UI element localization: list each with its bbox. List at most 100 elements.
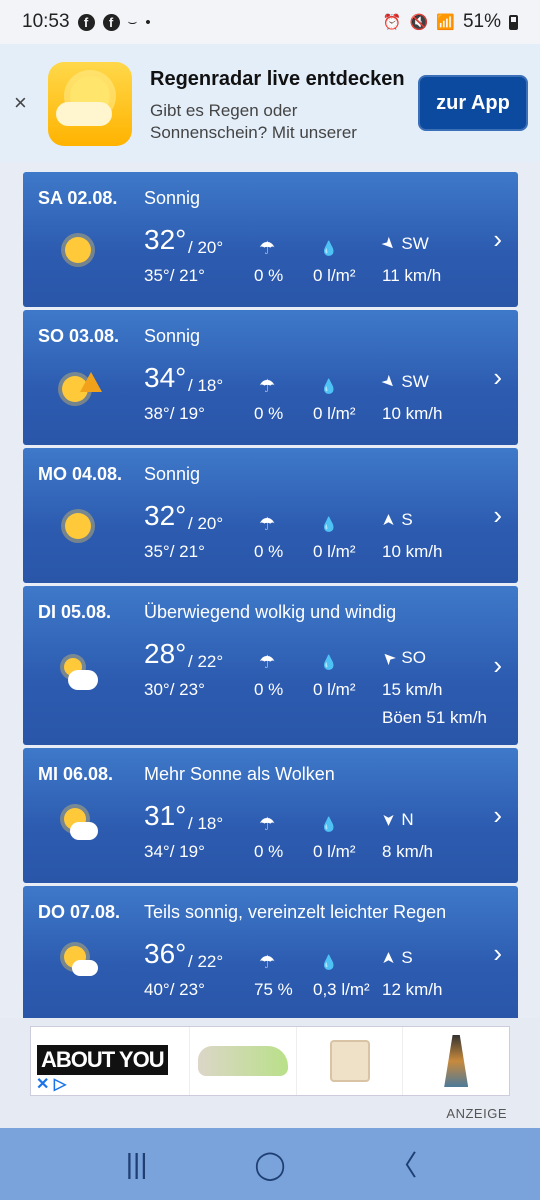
wind-speed: 10 km/h — [382, 542, 443, 561]
wind-arrow-icon: ➤ — [377, 233, 400, 256]
rain-amount: 0 l/m² — [313, 842, 356, 861]
umbrella-icon: ☂ — [259, 514, 276, 534]
raindrop-icon: 💧 — [320, 654, 338, 670]
forecast-day-card[interactable]: DI 05.08. Überwiegend wolkig und windig … — [23, 586, 518, 745]
adchoices-icon[interactable]: ✕ ▷ — [36, 1074, 66, 1094]
rain-amount: 0 l/m² — [313, 680, 356, 699]
wind-direction: ➤ SO — [378, 646, 426, 669]
chevron-right-icon[interactable]: › — [493, 362, 502, 393]
clock: 10:53 — [22, 11, 70, 32]
alarm-icon: ⏰ — [382, 14, 402, 31]
rain-probability: 0 % — [254, 542, 284, 561]
chevron-right-icon[interactable]: › — [493, 224, 502, 255]
open-app-button[interactable]: zur App — [418, 75, 528, 131]
sun-warning-icon — [58, 368, 102, 408]
forecast-day-card[interactable]: MO 04.08. Sonnig 32° / 20° ☂ 💧 ➤ S 35°/ 2… — [23, 448, 518, 583]
app-banner: × Regenradar live entdecken Gibt es Rege… — [0, 44, 540, 162]
raindrop-icon: 💧 — [320, 516, 338, 532]
forecast-day-card[interactable]: DO 07.08. Teils sonnig, vereinzelt leich… — [23, 886, 518, 1018]
wind-speed: 12 km/h — [382, 980, 443, 999]
day-date: SA 02.08. — [38, 188, 118, 208]
recent-apps-icon[interactable]: ||| — [107, 1148, 167, 1180]
chevron-right-icon[interactable]: › — [493, 800, 502, 831]
umbrella-icon: ☂ — [259, 652, 276, 672]
ad-product[interactable] — [402, 1027, 509, 1095]
day-condition: Sonnig — [144, 464, 201, 484]
wind-direction: ➤ SW — [377, 233, 429, 256]
facebook-icon: f — [102, 13, 120, 31]
umbrella-icon: ☂ — [259, 952, 276, 972]
temp-max: 34° — [144, 362, 187, 393]
chevron-right-icon[interactable]: › — [493, 500, 502, 531]
temp-min: / 20° — [188, 238, 224, 257]
forecast-day-card[interactable]: SO 03.08. Sonnig 34° / 18° ☂ 💧 ➤ SW 38°/ … — [23, 310, 518, 445]
wind-speed: 8 km/h — [382, 842, 434, 861]
rain-probability: 0 % — [254, 266, 284, 285]
day-condition: Mehr Sonne als Wolken — [144, 764, 335, 784]
ad-product[interactable] — [189, 1027, 296, 1095]
sun-icon — [58, 506, 98, 546]
rain-probability: 0 % — [254, 404, 284, 423]
raindrop-icon: 💧 — [320, 816, 338, 832]
forecast-day-card[interactable]: MI 06.08. Mehr Sonne als Wolken 31° / 18… — [23, 748, 518, 883]
rain-probability: 75 % — [254, 980, 293, 999]
facebook-icon: f — [77, 13, 95, 31]
rain-probability: 0 % — [254, 842, 284, 861]
status-bar: 10:53 f f ⌣ • ⏰ 🔇 📶 51% — [0, 0, 540, 44]
wifi-icon: 📶 — [436, 14, 455, 31]
amazon-icon: ⌣ — [127, 13, 138, 31]
close-icon[interactable]: × — [14, 90, 27, 116]
day-date: MI 06.08. — [38, 764, 114, 784]
temp-min: / 22° — [188, 652, 224, 671]
banner-title: Regenradar live entdecken — [150, 68, 405, 90]
home-icon[interactable]: ◯ — [240, 1148, 300, 1181]
sun-cloud-icon — [58, 806, 98, 846]
day-date: MO 04.08. — [38, 464, 123, 484]
forecast-day-card[interactable]: SA 02.08. Sonnig 32° / 20° ☂ 💧 ➤ SW 35°/ … — [23, 172, 518, 307]
day-condition: Sonnig — [144, 326, 201, 346]
ad-content[interactable]: ABOUT YOU — [30, 1026, 510, 1096]
back-icon[interactable]: 〈 — [373, 1144, 433, 1184]
system-nav-bar: ||| ◯ 〈 — [0, 1128, 540, 1200]
temp-max: 28° — [144, 638, 187, 669]
rain-amount: 0 l/m² — [313, 266, 356, 285]
wind-arrow-icon: ➤ — [378, 646, 400, 669]
day-date: DO 07.08. — [38, 902, 121, 922]
battery-icon — [509, 14, 518, 30]
wind-arrow-icon: ➤ — [380, 513, 398, 527]
chevron-right-icon[interactable]: › — [493, 938, 502, 969]
wind-arrow-icon: ➤ — [380, 951, 398, 965]
temp-max: 36° — [144, 938, 187, 969]
chevron-right-icon[interactable]: › — [493, 650, 502, 681]
day-condition: Sonnig — [144, 188, 201, 208]
wind-gusts: Böen 51 km/h — [382, 708, 487, 727]
mute-icon: 🔇 — [409, 14, 429, 31]
ad-product[interactable] — [295, 1027, 403, 1095]
dress-image — [444, 1035, 469, 1087]
forecast-list: SA 02.08. Sonnig 32° / 20° ☂ 💧 ➤ SW 35°/ … — [23, 172, 518, 1018]
sun-icon — [58, 230, 98, 270]
temp-max: 32° — [144, 224, 187, 255]
sun-rain-icon — [58, 944, 98, 984]
bag-image — [329, 1040, 370, 1082]
wind-arrow-icon: ➤ — [377, 371, 400, 394]
raindrop-icon: 💧 — [320, 240, 338, 256]
rain-amount: 0 l/m² — [313, 404, 356, 423]
umbrella-icon: ☂ — [259, 814, 276, 834]
umbrella-icon: ☂ — [259, 238, 276, 258]
feels-like: 38°/ 19° — [144, 404, 205, 423]
ad-label: ANZEIGE — [446, 1106, 507, 1121]
wind-speed: 15 km/h — [382, 680, 443, 699]
temp-min: / 18° — [188, 376, 224, 395]
feels-like: 30°/ 23° — [144, 680, 205, 699]
dot-icon: • — [145, 13, 151, 31]
banner-subtitle: Gibt es Regen oder Sonnenschein? Mit uns… — [150, 101, 357, 142]
umbrella-icon: ☂ — [259, 376, 276, 396]
raindrop-icon: 💧 — [320, 954, 338, 970]
battery-percent: 51% — [462, 11, 501, 32]
temp-max: 31° — [144, 800, 187, 831]
day-condition: Überwiegend wolkig und windig — [144, 602, 397, 622]
temp-min: / 20° — [188, 514, 224, 533]
feels-like: 35°/ 21° — [144, 542, 205, 561]
temp-min: / 22° — [188, 952, 224, 971]
